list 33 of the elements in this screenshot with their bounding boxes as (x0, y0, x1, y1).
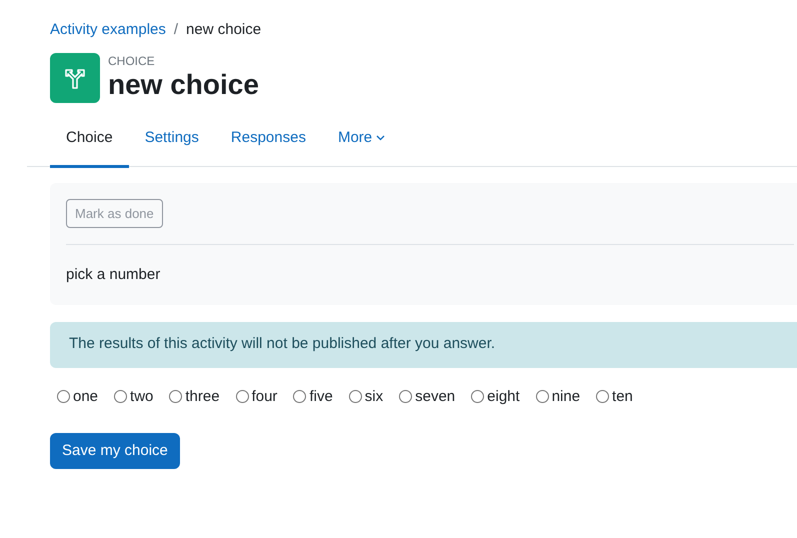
option-label[interactable]: one (73, 386, 98, 408)
tab[interactable]: Responses (214, 111, 322, 168)
option-label[interactable]: four (252, 386, 278, 408)
tab[interactable]: More (322, 111, 402, 168)
radio-button[interactable] (293, 390, 306, 404)
option-label[interactable]: two (130, 386, 154, 408)
radio-button[interactable] (471, 390, 484, 404)
radio-button[interactable] (114, 390, 128, 404)
activity-type-label: CHOICE (108, 54, 156, 68)
radio-button[interactable] (596, 390, 610, 404)
radio-button[interactable] (399, 390, 412, 404)
radio-button[interactable] (57, 390, 70, 404)
option-label[interactable]: ten (612, 386, 633, 408)
option-label[interactable]: nine (552, 386, 580, 408)
option-label[interactable]: three (185, 386, 220, 408)
tab[interactable]: Choice (50, 111, 129, 168)
breadcrumb-current: new choice (186, 20, 262, 40)
save-choice-button[interactable]: Save my choice (50, 433, 180, 469)
tab[interactable]: Settings (128, 111, 215, 168)
radio-button[interactable] (236, 390, 249, 404)
breadcrumb-separator: / (174, 20, 178, 40)
radio-button[interactable] (348, 390, 362, 404)
breadcrumb-link[interactable]: Activity examples (50, 18, 166, 42)
radio-button[interactable] (169, 390, 182, 404)
info-alert: The results of this activity will not be published after you answer. (50, 322, 797, 368)
option-label[interactable]: seven (415, 386, 456, 408)
option-label[interactable]: six (364, 386, 384, 408)
option-label[interactable]: eight (487, 386, 520, 408)
radio-button[interactable] (536, 390, 549, 404)
choice-icon (50, 53, 100, 103)
activity-description: pick a number (66, 265, 162, 285)
page-title: new choice (108, 68, 259, 102)
option-label[interactable]: five (309, 386, 333, 408)
